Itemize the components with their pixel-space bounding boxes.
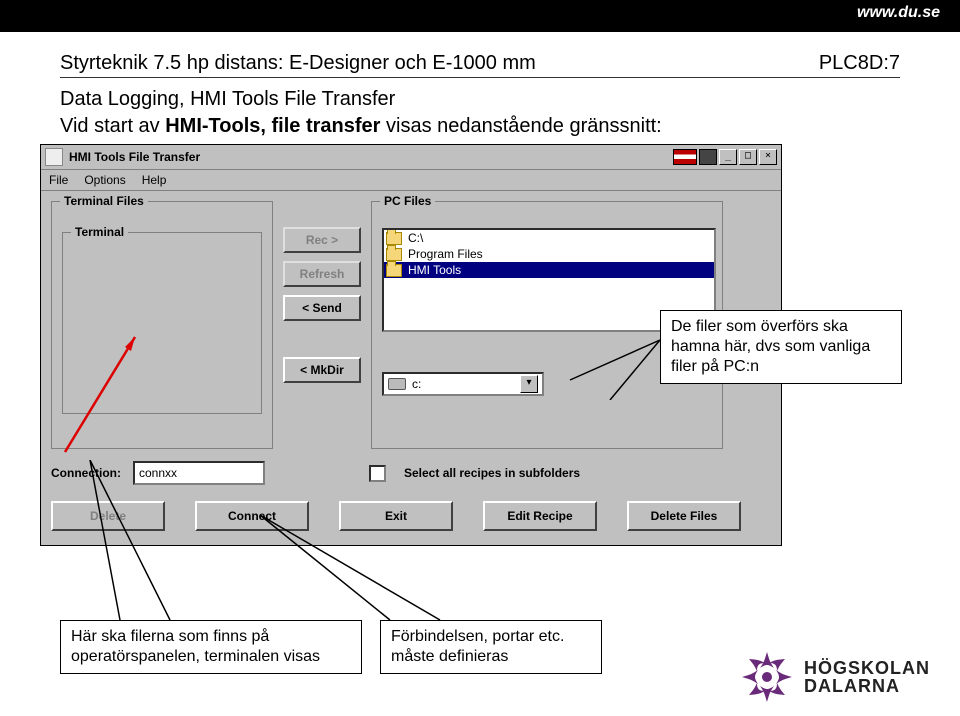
terminal-files-panel: Terminal Files Terminal bbox=[51, 201, 273, 449]
list-item[interactable]: C:\ bbox=[384, 230, 714, 246]
delete-files-button[interactable]: Delete Files bbox=[627, 501, 741, 531]
drive-icon bbox=[388, 378, 406, 390]
folder-icon bbox=[386, 264, 402, 277]
logo: HÖGSKOLAN DALARNA bbox=[740, 650, 930, 704]
pc-files-legend: PC Files bbox=[380, 194, 435, 208]
folder-label: Program Files bbox=[408, 247, 483, 261]
page-header: Styrteknik 7.5 hp distans: E-Designer oc… bbox=[60, 52, 900, 78]
flag-icon[interactable] bbox=[673, 149, 697, 165]
connect-button[interactable]: Connect bbox=[195, 501, 309, 531]
connection-row: Connection: connxx Select all recipes in… bbox=[41, 453, 781, 497]
drive-selector[interactable]: c: ▾ bbox=[382, 372, 544, 396]
titlebar: HMI Tools File Transfer _ □ × bbox=[41, 145, 781, 170]
header-right: PLC8D:7 bbox=[819, 52, 900, 75]
toolbar-square-icon[interactable] bbox=[699, 149, 717, 165]
exit-button[interactable]: Exit bbox=[339, 501, 453, 531]
folder-icon bbox=[386, 232, 402, 245]
minimize-button[interactable]: _ bbox=[719, 149, 737, 165]
edit-recipe-button[interactable]: Edit Recipe bbox=[483, 501, 597, 531]
refresh-button[interactable]: Refresh bbox=[283, 261, 361, 287]
terminal-inner-legend: Terminal bbox=[71, 225, 128, 239]
list-item-selected[interactable]: HMI Tools bbox=[384, 262, 714, 278]
rec-button[interactable]: Rec > bbox=[283, 227, 361, 253]
select-all-label: Select all recipes in subfolders bbox=[404, 466, 580, 480]
close-button[interactable]: × bbox=[759, 149, 777, 165]
menu-help[interactable]: Help bbox=[142, 173, 167, 187]
logo-text: HÖGSKOLAN DALARNA bbox=[804, 659, 930, 695]
connection-field[interactable]: connxx bbox=[133, 461, 265, 485]
menubar: File Options Help bbox=[41, 170, 781, 191]
terminal-files-legend: Terminal Files bbox=[60, 194, 148, 208]
folder-label: C:\ bbox=[408, 231, 423, 245]
connection-label: Connection: bbox=[51, 466, 121, 480]
callout-pc-files: De filer som överförs ska hamna här, dvs… bbox=[660, 310, 902, 384]
intro-prefix: Vid start av bbox=[60, 115, 165, 137]
bottom-button-row: Delete Connect Exit Edit Recipe Delete F… bbox=[41, 497, 781, 545]
send-button[interactable]: < Send bbox=[283, 295, 361, 321]
logo-line2: DALARNA bbox=[804, 677, 930, 695]
callout-terminal: Här ska filerna som finns på operatörspa… bbox=[60, 620, 362, 674]
folder-label: HMI Tools bbox=[408, 263, 461, 277]
menu-file[interactable]: File bbox=[49, 173, 68, 187]
app-icon bbox=[45, 148, 63, 166]
intro-suffix: visas nedanstående gränssnitt: bbox=[380, 115, 661, 137]
list-item[interactable]: Program Files bbox=[384, 246, 714, 262]
window-title: HMI Tools File Transfer bbox=[69, 150, 673, 164]
logo-line1: HÖGSKOLAN bbox=[804, 659, 930, 677]
intro-text: Vid start av HMI-Tools, file transfer vi… bbox=[60, 115, 900, 138]
section-title: Data Logging, HMI Tools File Transfer bbox=[60, 88, 900, 111]
intro-bold: HMI-Tools, file transfer bbox=[165, 115, 380, 137]
chevron-down-icon[interactable]: ▾ bbox=[520, 375, 538, 393]
maximize-button[interactable]: □ bbox=[739, 149, 757, 165]
site-url-bar: www.du.se bbox=[0, 0, 960, 32]
site-url: www.du.se bbox=[857, 4, 940, 21]
spacer bbox=[283, 329, 361, 349]
delete-button[interactable]: Delete bbox=[51, 501, 165, 531]
mkdir-button[interactable]: < MkDir bbox=[283, 357, 361, 383]
callout-connection: Förbindelsen, portar etc. måste definier… bbox=[380, 620, 602, 674]
select-all-checkbox[interactable] bbox=[369, 465, 386, 482]
header-left: Styrteknik 7.5 hp distans: E-Designer oc… bbox=[60, 52, 536, 75]
titlebar-controls: _ □ × bbox=[673, 149, 777, 165]
folder-icon bbox=[386, 248, 402, 261]
logo-star-icon bbox=[740, 650, 794, 704]
terminal-listbox[interactable]: Terminal bbox=[62, 232, 262, 414]
transfer-buttons: Rec > Refresh < Send < MkDir bbox=[283, 201, 361, 383]
drive-label: c: bbox=[412, 377, 421, 391]
menu-options[interactable]: Options bbox=[84, 173, 125, 187]
